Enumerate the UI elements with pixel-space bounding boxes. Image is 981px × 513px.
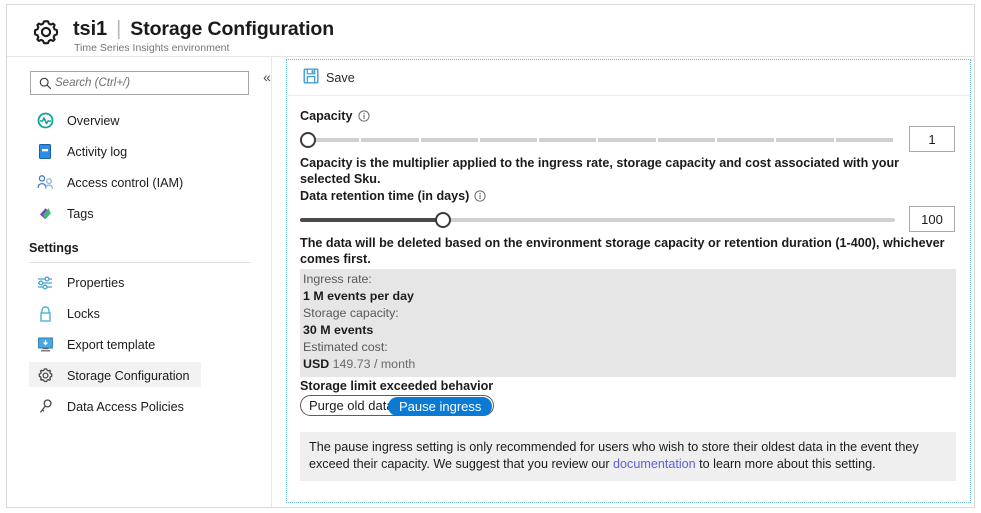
sidebar-item-data-access-policies[interactable]: Data Access Policies (7, 391, 272, 422)
tags-icon (34, 204, 56, 224)
stat-value: 1 M events per day (303, 288, 953, 305)
sidebar-item-label: Overview (67, 114, 119, 128)
title-separator: | (116, 18, 121, 41)
page-title: tsi1 | Storage Configuration (73, 18, 334, 41)
stat-key: Storage capacity: (303, 305, 953, 322)
sidebar-item-access-control[interactable]: Access control (IAM) (7, 167, 272, 198)
blade-header: tsi1 | Storage Configuration Time Series… (7, 5, 974, 57)
documentation-link[interactable]: documentation (613, 457, 696, 471)
activity-log-icon (34, 142, 56, 162)
capacity-slider-thumb[interactable] (300, 132, 316, 148)
key-icon (34, 397, 56, 417)
cost-amount: 149.73 / month (333, 357, 416, 371)
overview-icon (34, 111, 56, 131)
capacity-label: Capacity (300, 109, 353, 123)
command-bar: Save (288, 61, 971, 96)
properties-icon (34, 273, 56, 293)
capacity-slider-row: 1 (300, 126, 957, 152)
capacity-slider[interactable] (300, 126, 895, 152)
sidebar-item-label: Tags (67, 207, 94, 221)
sidebar-nav-list: Overview Activity log (7, 105, 272, 422)
search-box[interactable] (30, 71, 249, 95)
capacity-value-field[interactable]: 1 (909, 126, 955, 152)
sidebar-item-label: Data Access Policies (67, 400, 184, 414)
storage-limit-behavior-toggle[interactable]: Purge old data Pause ingress (300, 395, 494, 416)
info-icon[interactable] (474, 190, 486, 202)
usage-stats-box: Ingress rate: 1 M events per day Storage… (300, 269, 956, 377)
notice-text-after: to learn more about this setting. (696, 457, 876, 471)
retention-slider-row: 100 (300, 206, 957, 232)
behavior-option-pause-ingress[interactable]: Pause ingress (388, 397, 492, 416)
screen-root: tsi1 | Storage Configuration Time Series… (0, 0, 981, 513)
pause-ingress-notice: The pause ingress setting is only recomm… (300, 432, 956, 481)
stat-value: 30 M events (303, 322, 953, 339)
stat-key: Ingress rate: (303, 271, 953, 288)
retention-label: Data retention time (in days) (300, 189, 469, 203)
sidebar-item-tags[interactable]: Tags (7, 198, 272, 229)
sidebar-item-label: Storage Configuration (67, 369, 190, 383)
save-button-label: Save (326, 71, 355, 85)
sidebar-item-storage-configuration[interactable]: Storage Configuration (7, 360, 272, 391)
sidebar-item-activity-log[interactable]: Activity log (7, 136, 272, 167)
sidebar-item-label: Activity log (67, 145, 127, 159)
save-icon (303, 68, 319, 89)
stat-value: USD 149.73 / month (303, 356, 953, 373)
export-template-icon (34, 335, 56, 355)
retention-description: The data will be deleted based on the en… (300, 236, 952, 267)
sidebar-item-label: Locks (67, 307, 100, 321)
retention-slider-fill (300, 218, 443, 222)
blade-title: Storage Configuration (130, 18, 334, 41)
sidebar-divider (29, 262, 251, 263)
sidebar-group-title-settings: Settings (7, 241, 272, 255)
retention-slider-thumb[interactable] (435, 212, 451, 228)
sidebar-item-label: Properties (67, 276, 124, 290)
sidebar-item-label: Access control (IAM) (67, 176, 183, 190)
capacity-slider-ticks (300, 137, 895, 143)
sidebar-item-label: Export template (67, 338, 155, 352)
retention-label-row: Data retention time (in days) (300, 189, 957, 203)
resource-name: tsi1 (73, 18, 107, 41)
collapse-sidebar-icon[interactable]: « (259, 69, 275, 85)
info-icon[interactable] (358, 110, 370, 122)
search-input[interactable] (55, 77, 235, 89)
cost-currency: USD (303, 357, 329, 371)
sidebar-item-export-template[interactable]: Export template (7, 329, 272, 360)
lock-icon (34, 304, 56, 324)
search-icon (35, 77, 55, 90)
storage-configuration-form: Capacity 1 (287, 96, 970, 502)
behavior-option-purge-old-data[interactable]: Purge old data (309, 398, 394, 413)
save-button[interactable]: Save (299, 66, 359, 91)
gear-icon (34, 366, 56, 386)
sidebar-item-locks[interactable]: Locks (7, 298, 272, 329)
main-content-panel: Save Capacity (286, 59, 971, 503)
sidebar-item-overview[interactable]: Overview (7, 105, 272, 136)
gear-icon (29, 15, 63, 49)
behavior-label: Storage limit exceeded behavior (300, 379, 957, 393)
retention-slider[interactable] (300, 206, 895, 232)
capacity-label-row: Capacity (300, 109, 957, 123)
stat-key: Estimated cost: (303, 339, 953, 356)
access-control-icon (34, 173, 56, 193)
resource-subtitle: Time Series Insights environment (74, 42, 229, 54)
sidebar-item-properties[interactable]: Properties (7, 267, 272, 298)
capacity-description: Capacity is the multiplier applied to th… (300, 156, 952, 187)
sidebar: « Overview (7, 57, 272, 507)
retention-value-field[interactable]: 100 (909, 206, 955, 232)
